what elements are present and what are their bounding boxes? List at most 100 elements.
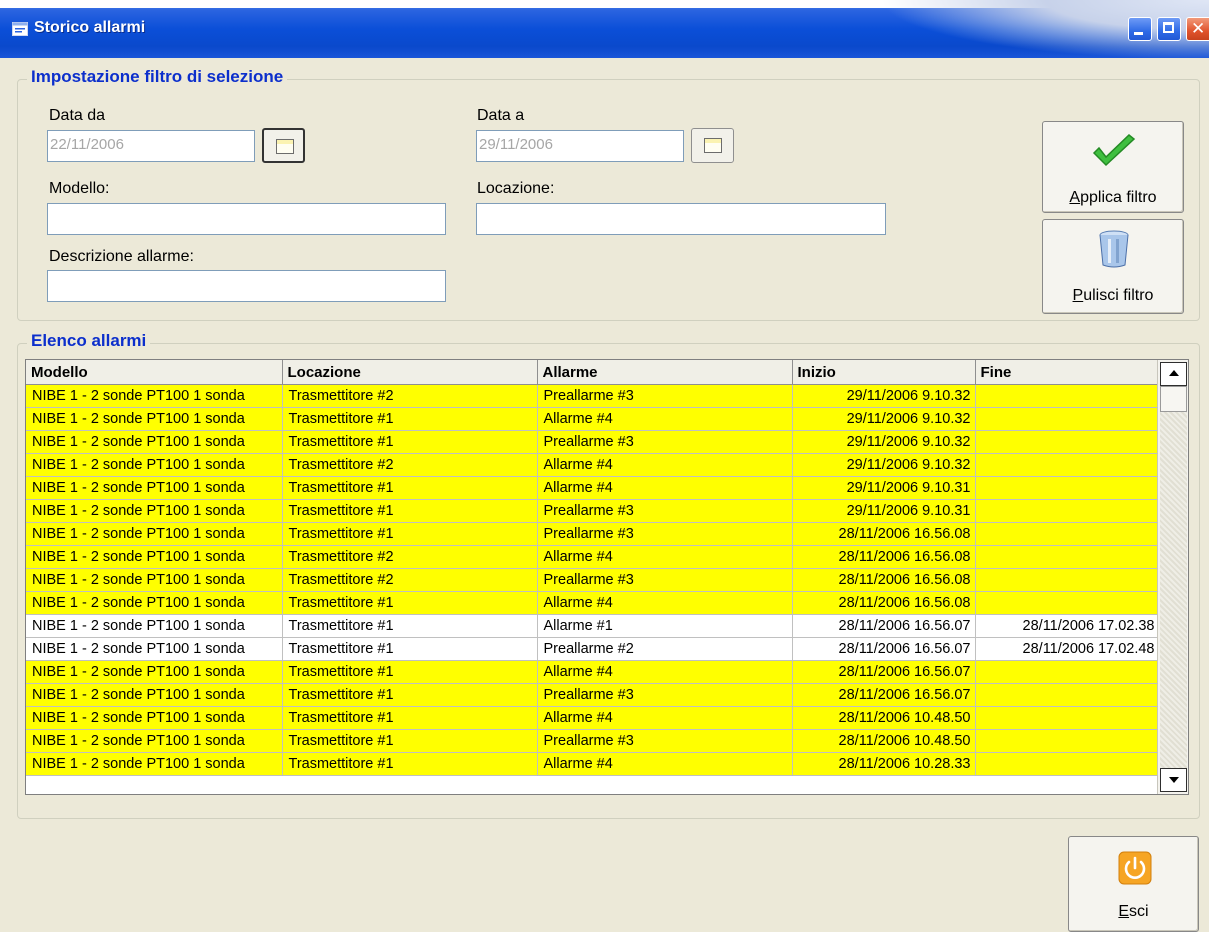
location-field[interactable] xyxy=(476,203,886,235)
cell-inizio: 28/11/2006 16.56.08 xyxy=(792,591,976,615)
cell-fine xyxy=(975,591,1160,615)
scroll-thumb[interactable] xyxy=(1160,386,1187,412)
table-row[interactable]: NIBE 1 - 2 sonde PT100 1 sonda Trasmettit… xyxy=(26,476,1160,500)
cell-locazione: Trasmettitore #1 xyxy=(282,522,538,546)
table-row[interactable]: NIBE 1 - 2 sonde PT100 1 sonda Trasmettit… xyxy=(26,568,1160,592)
cell-locazione: Trasmettitore #1 xyxy=(282,729,538,753)
cell-inizio: 29/11/2006 9.10.32 xyxy=(792,453,976,477)
table-row[interactable]: NIBE 1 - 2 sonde PT100 1 sonda Trasmettit… xyxy=(26,384,1160,408)
table-row[interactable]: NIBE 1 - 2 sonde PT100 1 sonda Trasmettit… xyxy=(26,522,1160,546)
table-row[interactable]: NIBE 1 - 2 sonde PT100 1 sonda Trasmettit… xyxy=(26,430,1160,454)
cell-allarme: Allarme #4 xyxy=(537,752,793,776)
power-icon xyxy=(1118,851,1152,885)
cell-inizio: 29/11/2006 9.10.32 xyxy=(792,430,976,454)
cell-fine xyxy=(975,407,1160,431)
cell-fine xyxy=(975,568,1160,592)
description-label: Descrizione allarme: xyxy=(49,248,194,265)
description-field[interactable] xyxy=(47,270,446,302)
cell-allarme: Allarme #4 xyxy=(537,407,793,431)
app-window-icon xyxy=(12,22,28,36)
column-header-modello[interactable]: Modello xyxy=(26,360,283,385)
cell-locazione: Trasmettitore #2 xyxy=(282,453,538,477)
clear-filter-button[interactable]: Pulisci filtro xyxy=(1042,219,1184,314)
cell-allarme: Preallarme #3 xyxy=(537,683,793,707)
cell-locazione: Trasmettitore #1 xyxy=(282,430,538,454)
table-row[interactable]: NIBE 1 - 2 sonde PT100 1 sonda Trasmettit… xyxy=(26,614,1160,638)
cell-locazione: Trasmettitore #1 xyxy=(282,683,538,707)
scroll-track[interactable] xyxy=(1160,412,1187,768)
cell-fine xyxy=(975,729,1160,753)
table-row[interactable]: NIBE 1 - 2 sonde PT100 1 sonda Trasmettit… xyxy=(26,591,1160,615)
trash-bin-icon xyxy=(1099,230,1129,268)
cell-locazione: Trasmettitore #1 xyxy=(282,752,538,776)
cell-modello: NIBE 1 - 2 sonde PT100 1 sonda xyxy=(26,729,283,753)
cell-locazione: Trasmettitore #2 xyxy=(282,545,538,569)
table-row[interactable]: NIBE 1 - 2 sonde PT100 1 sonda Trasmettit… xyxy=(26,683,1160,707)
cell-modello: NIBE 1 - 2 sonde PT100 1 sonda xyxy=(26,591,283,615)
cell-modello: NIBE 1 - 2 sonde PT100 1 sonda xyxy=(26,499,283,523)
cell-inizio: 28/11/2006 16.56.07 xyxy=(792,614,976,638)
cell-allarme: Preallarme #3 xyxy=(537,729,793,753)
date-from-field[interactable]: 22/11/2006 xyxy=(47,130,255,162)
table-row[interactable]: NIBE 1 - 2 sonde PT100 1 sonda Trasmettit… xyxy=(26,660,1160,684)
cell-locazione: Trasmettitore #1 xyxy=(282,407,538,431)
cell-fine xyxy=(975,499,1160,523)
alarm-list-legend: Elenco allarmi xyxy=(27,331,151,351)
cell-inizio: 29/11/2006 9.10.31 xyxy=(792,476,976,500)
exit-button[interactable]: Esci xyxy=(1068,836,1199,932)
minimize-button[interactable] xyxy=(1128,17,1152,41)
cell-inizio: 28/11/2006 16.56.07 xyxy=(792,683,976,707)
date-to-label: Data a xyxy=(477,107,525,124)
column-header-inizio[interactable]: Inizio xyxy=(792,360,976,385)
cell-modello: NIBE 1 - 2 sonde PT100 1 sonda xyxy=(26,476,283,500)
apply-filter-button[interactable]: Applica filtro xyxy=(1042,121,1184,213)
cell-inizio: 29/11/2006 9.10.31 xyxy=(792,499,976,523)
cell-locazione: Trasmettitore #1 xyxy=(282,660,538,684)
table-row[interactable]: NIBE 1 - 2 sonde PT100 1 sonda Trasmettit… xyxy=(26,706,1160,730)
close-icon: ✕ xyxy=(1191,19,1206,38)
cell-locazione: Trasmettitore #1 xyxy=(282,614,538,638)
cell-fine xyxy=(975,752,1160,776)
alarm-table: Modello Locazione Allarme Inizio Fine NI… xyxy=(26,360,1160,776)
calendar-icon xyxy=(276,139,294,154)
arrow-down-icon xyxy=(1169,777,1179,783)
cell-fine xyxy=(975,522,1160,546)
date-to-calendar-button[interactable] xyxy=(691,128,734,163)
table-row[interactable]: NIBE 1 - 2 sonde PT100 1 sonda Trasmettit… xyxy=(26,499,1160,523)
alarm-grid[interactable]: Modello Locazione Allarme Inizio Fine NI… xyxy=(25,359,1189,795)
scroll-up-button[interactable] xyxy=(1160,362,1187,386)
location-label: Locazione: xyxy=(477,180,555,197)
table-row[interactable]: NIBE 1 - 2 sonde PT100 1 sonda Trasmettit… xyxy=(26,407,1160,431)
cell-modello: NIBE 1 - 2 sonde PT100 1 sonda xyxy=(26,637,283,661)
table-row[interactable]: NIBE 1 - 2 sonde PT100 1 sonda Trasmettit… xyxy=(26,637,1160,661)
column-header-locazione[interactable]: Locazione xyxy=(282,360,538,385)
cell-allarme: Preallarme #3 xyxy=(537,568,793,592)
cell-allarme: Preallarme #2 xyxy=(537,637,793,661)
date-to-field[interactable]: 29/11/2006 xyxy=(476,130,684,162)
vertical-scrollbar[interactable] xyxy=(1157,360,1188,794)
cell-allarme: Preallarme #3 xyxy=(537,522,793,546)
date-from-calendar-button[interactable] xyxy=(262,128,305,163)
cell-modello: NIBE 1 - 2 sonde PT100 1 sonda xyxy=(26,430,283,454)
cell-inizio: 28/11/2006 10.48.50 xyxy=(792,729,976,753)
model-field[interactable] xyxy=(47,203,446,235)
cell-modello: NIBE 1 - 2 sonde PT100 1 sonda xyxy=(26,568,283,592)
maximize-button[interactable] xyxy=(1157,17,1181,41)
column-header-allarme[interactable]: Allarme xyxy=(537,360,793,385)
cell-allarme: Allarme #4 xyxy=(537,476,793,500)
cell-locazione: Trasmettitore #1 xyxy=(282,476,538,500)
table-row[interactable]: NIBE 1 - 2 sonde PT100 1 sonda Trasmettit… xyxy=(26,545,1160,569)
table-row[interactable]: NIBE 1 - 2 sonde PT100 1 sonda Trasmettit… xyxy=(26,453,1160,477)
model-label: Modello: xyxy=(49,180,110,197)
cell-allarme: Allarme #4 xyxy=(537,706,793,730)
scroll-down-button[interactable] xyxy=(1160,768,1187,792)
calendar-icon xyxy=(704,138,722,153)
table-row[interactable]: NIBE 1 - 2 sonde PT100 1 sonda Trasmettit… xyxy=(26,752,1160,776)
column-header-fine[interactable]: Fine xyxy=(975,360,1160,385)
cell-fine: 28/11/2006 17.02.48 xyxy=(975,637,1160,661)
cell-fine: 28/11/2006 17.02.38 xyxy=(975,614,1160,638)
cell-locazione: Trasmettitore #1 xyxy=(282,499,538,523)
table-row[interactable]: NIBE 1 - 2 sonde PT100 1 sonda Trasmettit… xyxy=(26,729,1160,753)
close-button[interactable]: ✕ xyxy=(1186,17,1209,41)
date-from-label: Data da xyxy=(49,107,106,124)
